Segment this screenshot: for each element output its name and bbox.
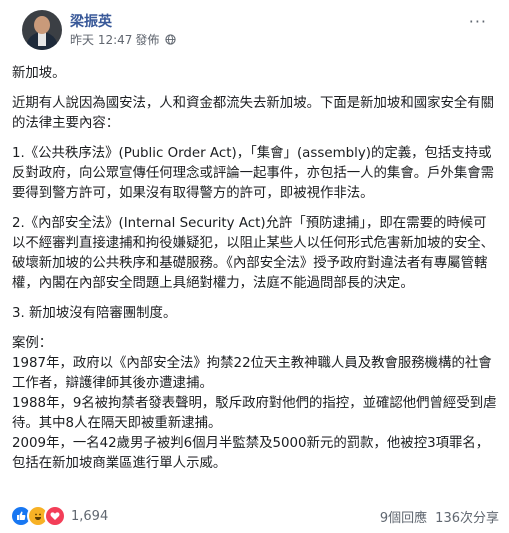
comments-count[interactable]: 9個回應 [380,507,427,526]
reaction-count[interactable]: 1,694 [71,509,108,524]
post-paragraph: 近期有人說因為國安法，人和資金都流失去新加坡。下面是新加坡和國家安全有關的法律主… [12,96,495,131]
case-item: 1987年，政府以《內部安全法》拘禁22位天主教神職人員及教會服務機構的社會工作… [12,356,492,391]
cases-section: 案例： 1987年，政府以《內部安全法》拘禁22位天主教神職人員及教會服務機構的… [12,334,497,474]
shares-count[interactable]: 136次分享 [435,507,499,526]
reactions-summary[interactable]: 1,694 [10,505,108,527]
post-header: 梁振英 昨天 12:47 發佈 ··· [12,0,497,62]
post-body: 新加坡。 近期有人說因為國安法，人和資金都流失去新加坡。下面是新加坡和國家安全有… [12,62,497,474]
post-paragraph: 3. 新加坡沒有陪審團制度。 [12,306,177,321]
facebook-post: 梁振英 昨天 12:47 發佈 ··· 新加坡。 近期有人說因為國安法，人和資金… [0,0,509,533]
publish-label: 發佈 [135,33,160,47]
post-paragraph: 1.《公共秩序法》(Public Order Act)，「集會」(assembl… [12,146,495,201]
avatar[interactable] [22,10,62,50]
globe-icon[interactable] [165,34,177,45]
post-meta: 昨天 12:47 發佈 [70,31,177,48]
post-stats: 9個回應 136次分享 [380,507,499,526]
more-options-button[interactable]: ··· [469,12,487,31]
post-paragraph: 新加坡。 [12,66,66,81]
case-item: 2009年，一名42歲男子被判6個月半監禁及5000新元的罰款，他被控3項罪名，… [12,436,490,471]
case-item: 1988年，9名被拘禁者發表聲明，駁斥政府對他們的指控，並確認他們曾經受到虐待。… [12,396,497,431]
post-paragraph: 2.《內部安全法》(Internal Security Act)允許「預防逮捕」… [12,216,495,291]
cases-heading: 案例： [12,336,53,351]
love-icon [44,505,66,527]
author-name[interactable]: 梁振英 [70,11,112,31]
post-timestamp[interactable]: 昨天 12:47 [70,31,132,48]
post-footer: 1,694 9個回應 136次分享 [0,499,509,533]
